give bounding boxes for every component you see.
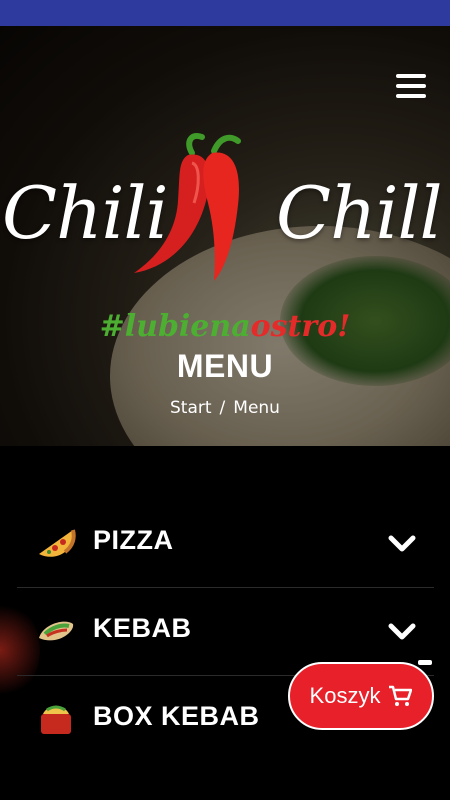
cart-icon xyxy=(389,685,413,706)
kebab-wrap-icon xyxy=(39,621,74,641)
menu-item-label: KEBAB xyxy=(93,613,192,643)
cart-button-label: Koszyk xyxy=(309,683,381,708)
chevron-down-icon[interactable] xyxy=(387,534,417,554)
box-kebab-icon xyxy=(41,705,71,734)
menu-item-label: PIZZA xyxy=(93,525,174,555)
chevron-down-icon[interactable] xyxy=(387,622,417,642)
breadcrumb-current: Menu xyxy=(233,398,280,418)
scroll-indicator xyxy=(418,660,432,665)
menu-item-pizza[interactable]: PIZZA xyxy=(17,500,434,588)
cart-button[interactable]: Koszyk xyxy=(288,662,434,730)
breadcrumb-start-link[interactable]: Start xyxy=(170,398,212,418)
menu-item-label: BOX KEBAB xyxy=(93,701,260,731)
breadcrumb: Start / Menu xyxy=(0,398,450,418)
page-title: MENU xyxy=(176,348,274,384)
brand-name-right: Chill xyxy=(276,171,443,255)
chili-pepper-icon xyxy=(134,133,241,281)
status-bar xyxy=(0,0,450,26)
brand-tagline: #lubienaostro! xyxy=(99,309,351,344)
breadcrumb-separator: / xyxy=(219,398,226,418)
brand-logo: Chili Chill #lubienaostro! xyxy=(0,131,450,351)
pizza-slice-icon xyxy=(39,529,76,557)
hamburger-menu-icon[interactable] xyxy=(396,74,426,98)
hero-banner: Chili Chill #lubienaostro! MENU Start / Me… xyxy=(0,26,450,446)
